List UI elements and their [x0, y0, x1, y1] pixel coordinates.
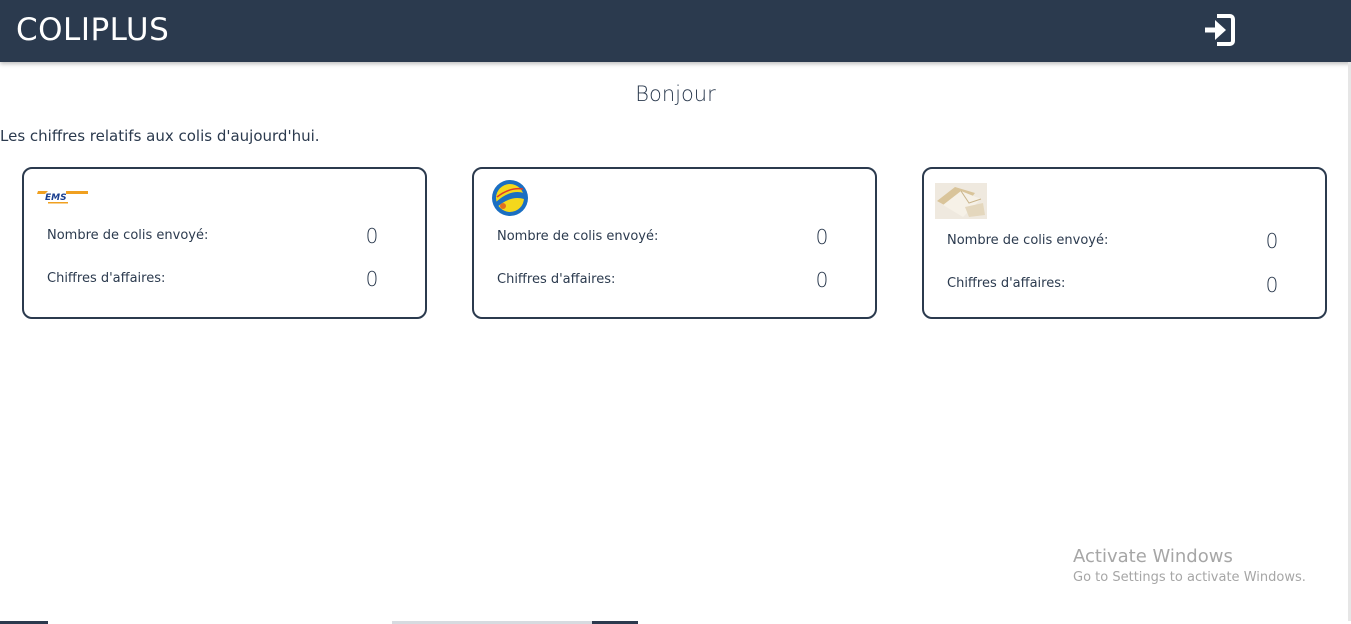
intro-text: Les chiffres relatifs aux colis d'aujour…	[0, 127, 320, 145]
ems-logo: EMS	[36, 185, 90, 209]
brand-title[interactable]: COLIPLUS	[16, 12, 169, 48]
watermark-title: Activate Windows	[1073, 546, 1233, 567]
revenue-value: 0	[1265, 273, 1279, 297]
envelopes-logo	[935, 183, 987, 219]
sent-count-label: Nombre de colis envoyé:	[497, 229, 659, 244]
windows-activation-watermark: Activate Windows Go to Settings to activ…	[1073, 546, 1306, 585]
sent-count-value: 0	[1265, 229, 1279, 253]
revenue-value: 0	[365, 267, 379, 291]
sent-count-value: 0	[815, 225, 829, 249]
revenue-label: Chiffres d'affaires:	[947, 276, 1066, 291]
revenue-label: Chiffres d'affaires:	[47, 271, 166, 286]
amana-logo	[491, 179, 529, 217]
sign-in-icon[interactable]	[1203, 13, 1235, 47]
top-navbar: COLIPLUS	[0, 0, 1351, 62]
sent-count-label: Nombre de colis envoyé:	[47, 228, 209, 243]
stats-card-ems: EMS Nombre de colis envoyé: 0 Chiffres d…	[22, 167, 427, 319]
watermark-subtitle: Go to Settings to activate Windows.	[1073, 570, 1306, 585]
revenue-label: Chiffres d'affaires:	[497, 272, 616, 287]
stats-card-envelopes: Nombre de colis envoyé: 0 Chiffres d'aff…	[922, 167, 1327, 319]
sent-count-value: 0	[365, 224, 379, 248]
page-greeting: Bonjour	[635, 82, 716, 106]
sent-count-label: Nombre de colis envoyé:	[947, 233, 1109, 248]
svg-text:EMS: EMS	[45, 193, 67, 203]
revenue-value: 0	[815, 268, 829, 292]
stats-card-amana: Nombre de colis envoyé: 0 Chiffres d'aff…	[472, 167, 877, 319]
